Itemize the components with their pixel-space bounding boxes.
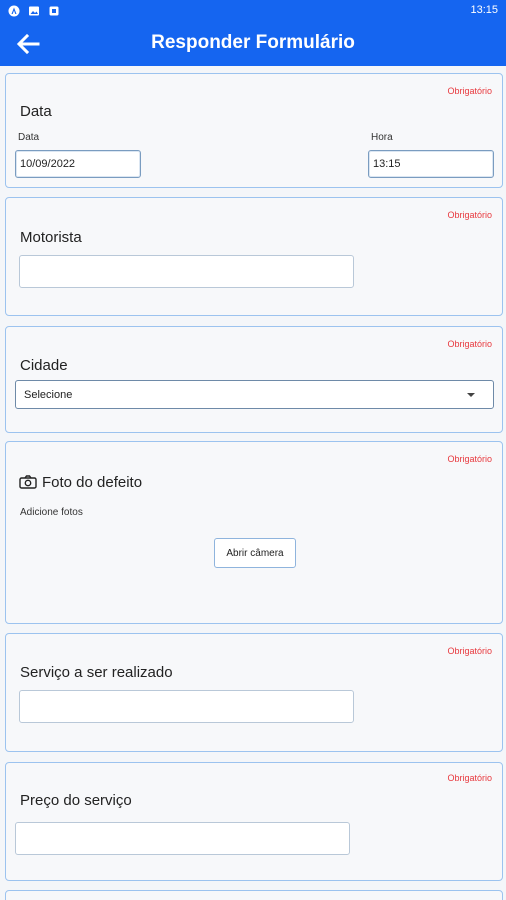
date-input[interactable]: 10/09/2022: [15, 150, 141, 178]
service-input[interactable]: [19, 690, 354, 723]
status-time: 13:15: [470, 4, 498, 16]
photo-hint: Adicione fotos: [20, 507, 83, 518]
price-input[interactable]: [15, 822, 350, 855]
required-label: Obrigatório: [447, 86, 492, 96]
required-label: Obrigatório: [447, 646, 492, 656]
date-question-card: Obrigatório Data Data 10/09/2022 Hora 13…: [5, 73, 503, 188]
question-label: Cidade: [20, 357, 68, 374]
time-input[interactable]: 13:15: [368, 150, 494, 178]
photo-question-card: Obrigatório Foto do defeito Adicione fot…: [5, 441, 503, 624]
question-label: Serviço a ser realizado: [20, 664, 173, 681]
service-question-card: Obrigatório Serviço a ser realizado: [5, 633, 503, 752]
price-question-card: Obrigatório Preço do serviço: [5, 762, 503, 881]
question-label: Foto do defeito: [42, 474, 143, 491]
image-icon: [29, 6, 39, 16]
chevron-down-icon: [467, 393, 475, 397]
question-label: Preço do serviço: [20, 792, 132, 809]
date-field-label: Data: [18, 132, 40, 143]
time-field-label: Hora: [371, 132, 393, 143]
city-select[interactable]: Selecione: [15, 380, 494, 409]
required-label: Obrigatório: [447, 454, 492, 464]
app-bar: Responder Formulário: [0, 22, 506, 66]
status-icons: [8, 5, 60, 17]
required-label: Obrigatório: [447, 339, 492, 349]
page-title: Responder Formulário: [151, 32, 355, 53]
city-select-value: Selecione: [24, 388, 73, 401]
open-camera-button[interactable]: Abrir câmera: [214, 538, 296, 568]
status-bar: 13:15: [0, 0, 506, 22]
driver-question-card: Obrigatório Motorista: [5, 197, 503, 316]
next-question-card: [5, 890, 503, 900]
city-question-card: Obrigatório Cidade Selecione: [5, 326, 503, 433]
driver-input[interactable]: [19, 255, 354, 288]
camera-icon: [19, 475, 37, 489]
required-label: Obrigatório: [447, 773, 492, 783]
question-label: Motorista: [20, 229, 82, 246]
notification-icon: [49, 6, 59, 16]
required-label: Obrigatório: [447, 210, 492, 220]
assistant-icon: [8, 5, 20, 17]
question-label: Data: [20, 103, 52, 120]
